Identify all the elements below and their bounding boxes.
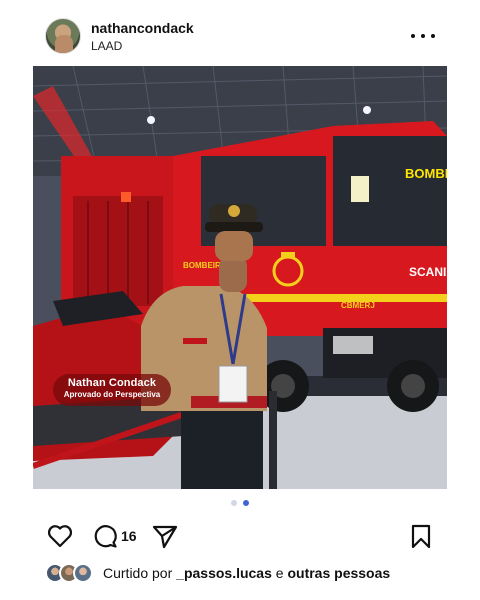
post-header: nathancondack LAAD [33, 14, 447, 58]
likes-prefix: Curtido por [103, 565, 173, 581]
carousel-indicator [33, 500, 447, 510]
comment-icon[interactable] [91, 522, 119, 550]
send-icon[interactable] [151, 522, 179, 550]
comment-count: 16 [121, 528, 137, 544]
bookmark-icon[interactable] [407, 522, 435, 550]
likes-text: Curtido por _passos.lucas e outras pesso… [103, 565, 390, 581]
author-username[interactable]: nathancondack [91, 20, 194, 36]
photo-illustration: BOMBEIR BOMBEIROS SCANIA CBMERJ [33, 66, 447, 489]
more-options-icon[interactable] [411, 26, 435, 46]
post-photo[interactable]: BOMBEIR BOMBEIROS SCANIA CBMERJ [33, 66, 447, 489]
truck-unit-text: CBMERJ [341, 301, 375, 310]
likes-connector: e [275, 565, 284, 581]
caption-subtitle: Aprovado do Perspectiva [63, 390, 161, 399]
truck-brand-text: SCANIA [409, 265, 447, 279]
carousel-dot-1[interactable] [231, 500, 237, 506]
liker-avatars[interactable] [45, 563, 101, 583]
instagram-post: nathancondack LAAD BOMB BOMBEIROS SCANI … [33, 0, 447, 600]
liker-avatar [73, 563, 93, 583]
likes-others-link[interactable]: outras pessoas [287, 565, 390, 581]
likes-summary: Curtido por _passos.lucas e outras pesso… [45, 562, 445, 584]
author-avatar[interactable] [45, 18, 81, 54]
heart-icon[interactable] [46, 522, 74, 550]
photo-caption-badge: Nathan Condack Aprovado do Perspectiva [53, 374, 171, 406]
caption-name: Nathan Condack [67, 377, 157, 389]
post-actions: 16 [33, 520, 447, 550]
carousel-dot-2[interactable] [243, 500, 249, 506]
truck-windshield-text: BOMBEIR [405, 166, 447, 181]
post-location[interactable]: LAAD [91, 39, 122, 53]
likes-user-link[interactable]: _passos.lucas [176, 565, 272, 581]
